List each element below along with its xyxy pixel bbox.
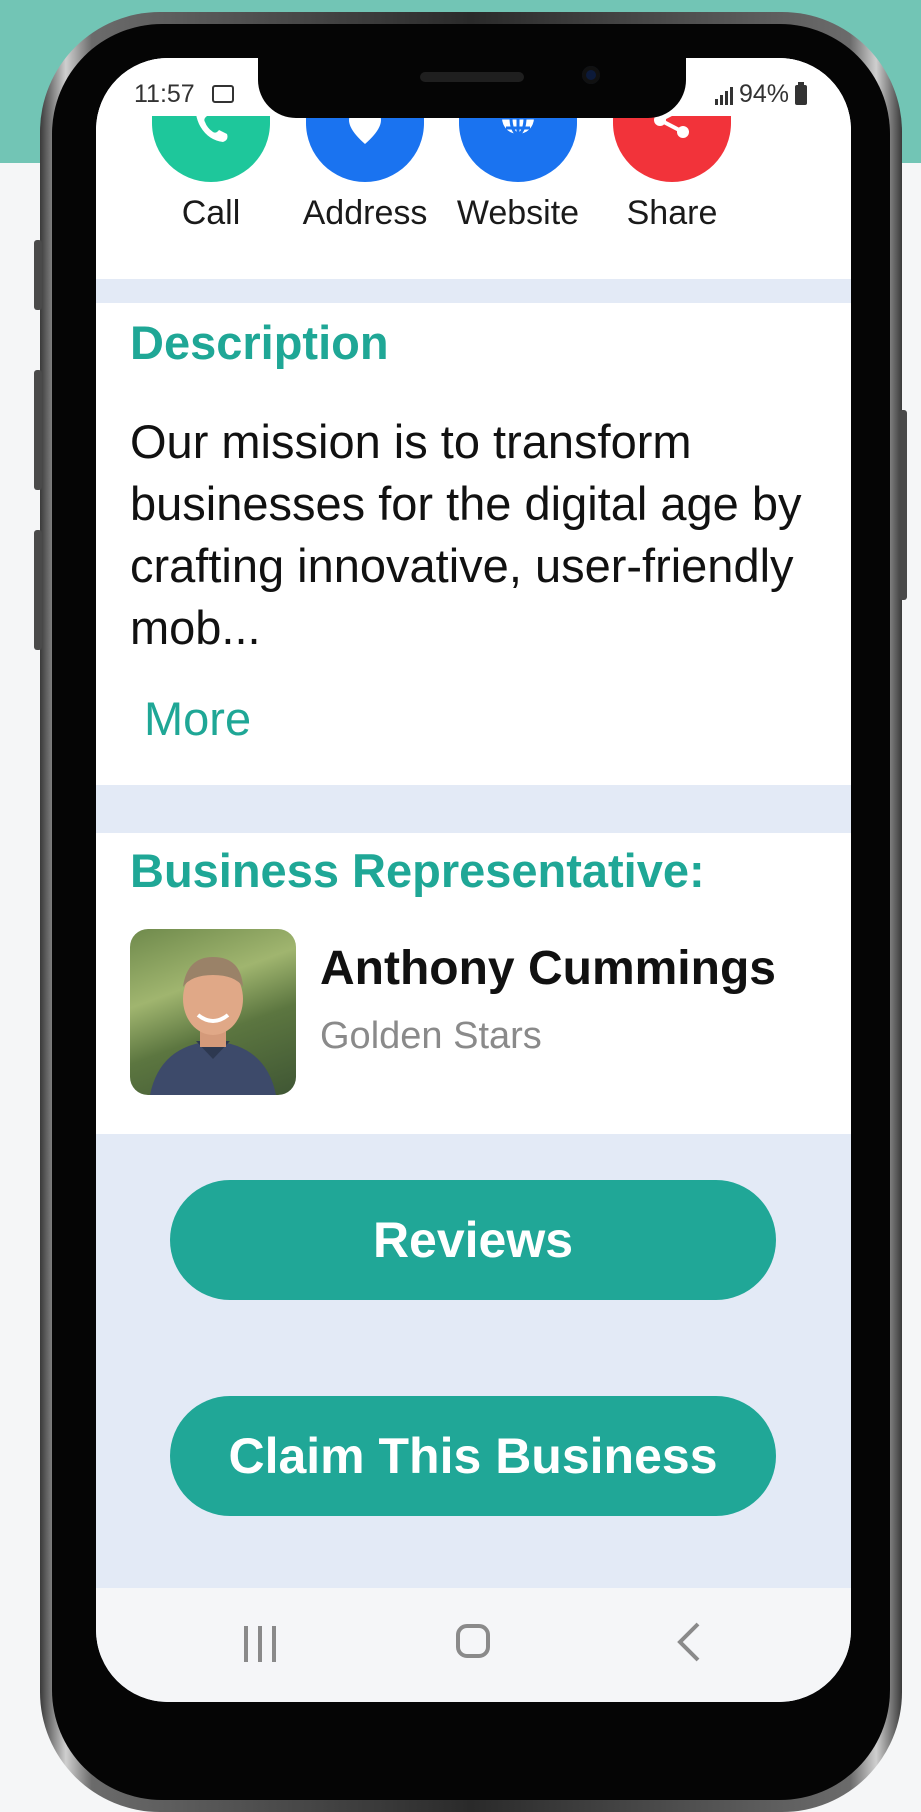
volume-up-button (34, 370, 42, 490)
reviews-button[interactable]: Reviews (170, 1180, 776, 1300)
recents-icon[interactable] (244, 1626, 276, 1662)
front-camera (582, 66, 600, 84)
battery-icon (795, 81, 807, 105)
avatar[interactable] (130, 929, 296, 1095)
home-icon[interactable] (456, 1624, 490, 1658)
phone-screen: 11:57 94% Call Address Website Share Des… (96, 58, 851, 1702)
signal-icon (714, 85, 733, 105)
speaker-grille (420, 72, 524, 82)
address-label: Address (302, 194, 428, 232)
website-label: Website (456, 194, 580, 232)
battery-percent: 94% (738, 80, 789, 108)
power-button (899, 410, 907, 600)
volume-button (34, 240, 42, 310)
navigation-bar (96, 1588, 851, 1702)
share-label: Share (626, 194, 718, 232)
image-notification-icon (212, 85, 234, 103)
representative-company: Golden Stars (320, 1015, 542, 1057)
description-card: Description Our mission is to transform … (96, 303, 851, 785)
claim-business-button[interactable]: Claim This Business (170, 1396, 776, 1516)
representative-photo (150, 957, 276, 1095)
description-title: Description (130, 316, 389, 369)
representative-name: Anthony Cummings (320, 942, 776, 995)
representative-card: Business Representative: Anthony Cumming… (96, 833, 851, 1134)
status-right: 94% (714, 80, 807, 109)
more-link[interactable]: More (144, 691, 251, 746)
back-icon[interactable] (676, 1622, 702, 1662)
call-label: Call (181, 194, 241, 232)
description-text: Our mission is to transform businesses f… (130, 415, 802, 654)
camera-notch (258, 58, 686, 118)
status-time: 11:57 (134, 80, 195, 108)
representative-title: Business Representative: (130, 844, 705, 897)
volume-down-button (34, 530, 42, 650)
